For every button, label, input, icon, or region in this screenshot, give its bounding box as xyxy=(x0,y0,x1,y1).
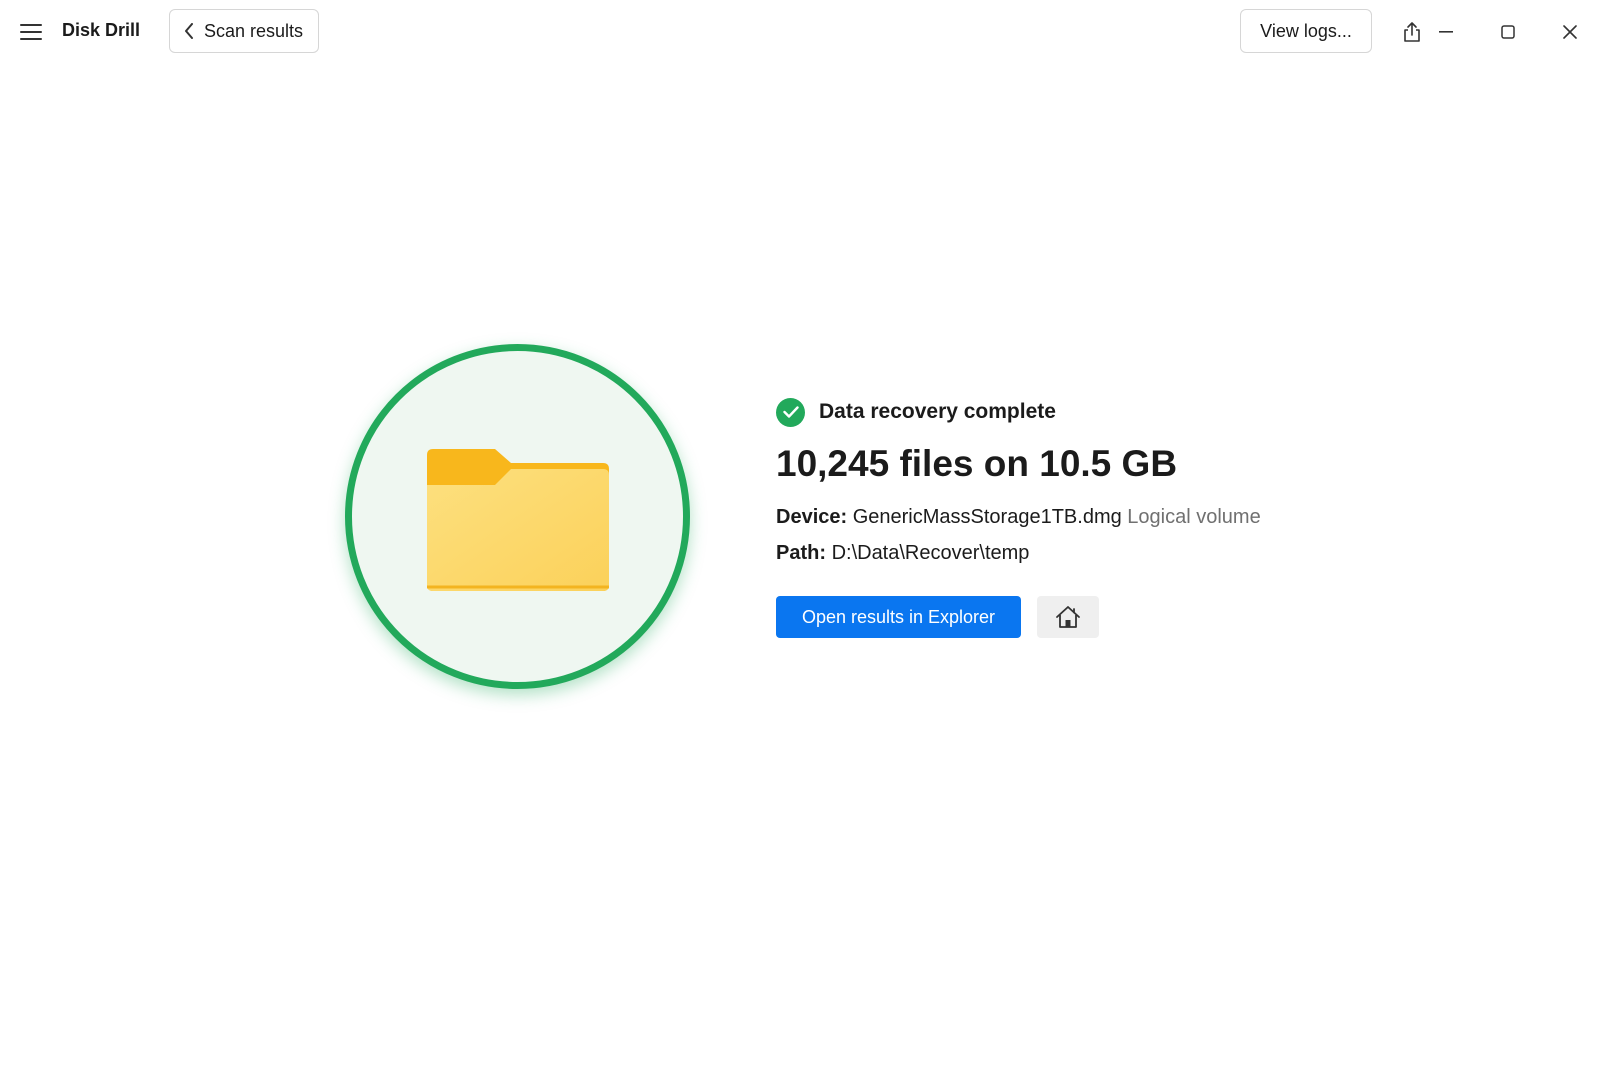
hamburger-menu-icon xyxy=(20,24,42,40)
device-row: Device: GenericMassStorage1TB.dmg Logica… xyxy=(776,504,1261,530)
path-value: D:\Data\Recover\temp xyxy=(831,542,1030,564)
title-bar: Disk Drill Scan results View logs... xyxy=(0,0,1600,64)
result-info: Data recovery complete 10,245 files on 1… xyxy=(776,396,1261,566)
recovery-illustration xyxy=(345,344,690,689)
open-results-in-explorer-button[interactable]: Open results in Explorer xyxy=(776,596,1021,638)
path-row: Path: D:\Data\Recover\temp xyxy=(776,540,1261,566)
minimize-button[interactable] xyxy=(1428,14,1464,50)
device-label: Device: xyxy=(776,506,848,528)
view-logs-label: View logs... xyxy=(1260,20,1352,41)
view-logs-button[interactable]: View logs... xyxy=(1240,9,1372,53)
back-button-label: Scan results xyxy=(204,20,304,41)
share-button[interactable] xyxy=(1394,14,1430,50)
folder-icon xyxy=(427,449,609,591)
check-circle-icon xyxy=(776,397,805,427)
action-bar: Open results in Explorer xyxy=(776,596,1099,638)
minimize-icon xyxy=(1439,31,1453,33)
files-summary-headline: 10,245 files on 10.5 GB xyxy=(776,443,1178,484)
chevron-left-icon xyxy=(184,23,194,39)
home-icon xyxy=(1056,606,1080,628)
share-icon xyxy=(1404,22,1420,42)
menu-button[interactable] xyxy=(14,15,48,49)
scan-results-back-button[interactable]: Scan results xyxy=(169,9,319,53)
maximize-button[interactable] xyxy=(1490,14,1526,50)
path-label: Path: xyxy=(776,542,826,564)
close-icon xyxy=(1563,25,1577,39)
app-title: Disk Drill xyxy=(62,20,141,40)
device-value: GenericMassStorage1TB.dmg xyxy=(852,506,1122,528)
close-button[interactable] xyxy=(1552,14,1588,50)
status-row: Data recovery complete xyxy=(776,396,1261,428)
home-button[interactable] xyxy=(1037,596,1099,638)
maximize-icon xyxy=(1501,25,1515,39)
status-text: Data recovery complete xyxy=(819,400,1056,423)
device-type: Logical volume xyxy=(1127,506,1261,528)
